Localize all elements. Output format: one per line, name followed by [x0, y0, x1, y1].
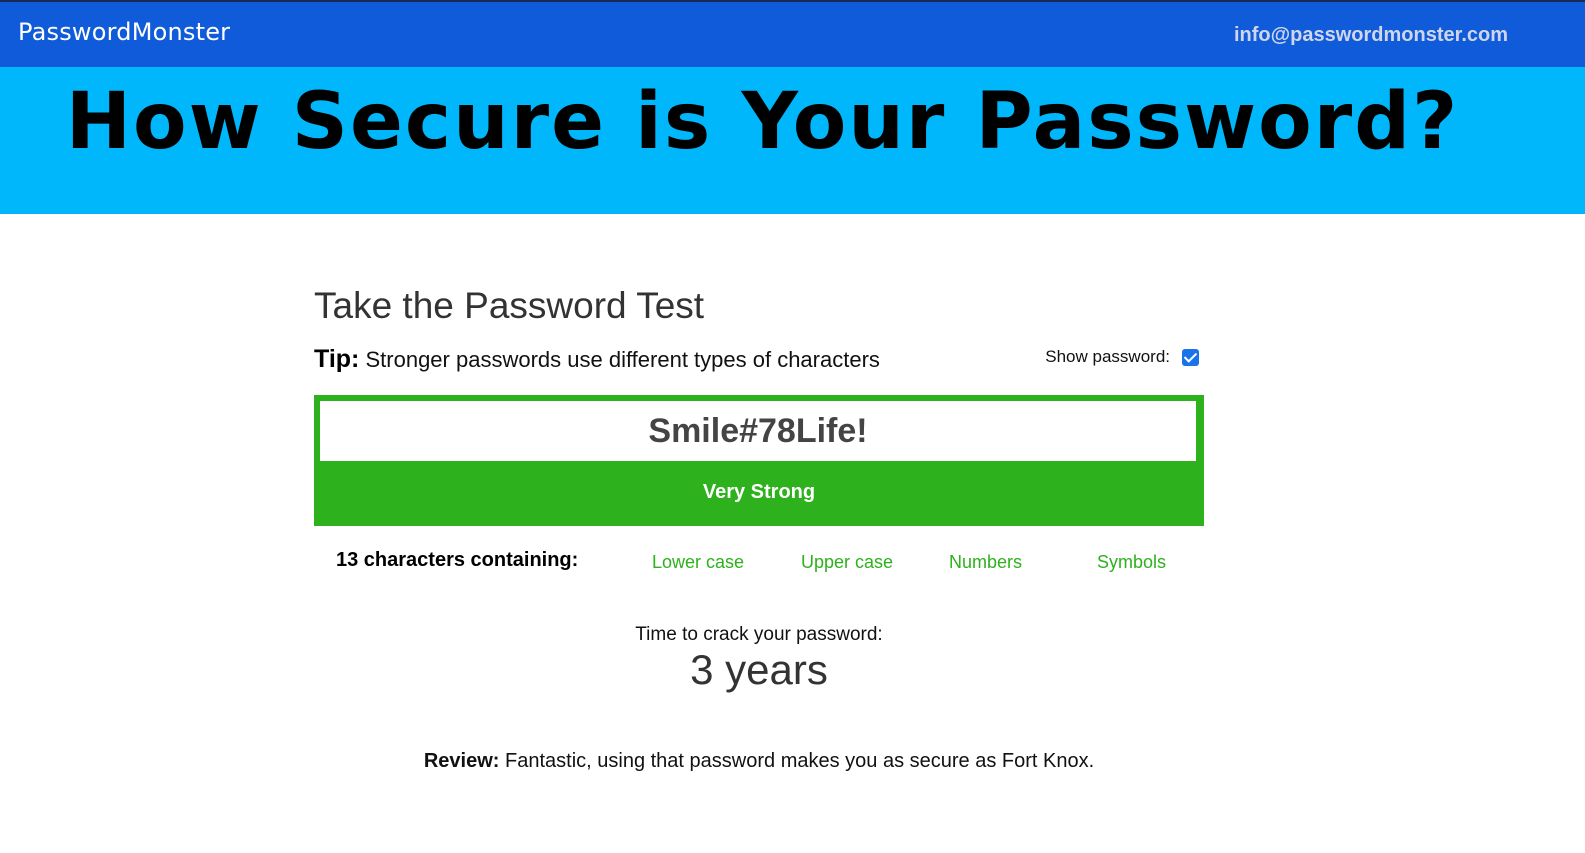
banner-title: How Secure is Your Password? [65, 77, 1460, 167]
show-password-label: Show password: [1045, 347, 1170, 366]
review-text: Review: Fantastic, using that password m… [314, 750, 1204, 773]
char-type-numbers: Numbers [949, 552, 1023, 572]
character-summary: 13 characters containing: Lower case Upp… [314, 547, 1204, 577]
char-type-upper-case: Upper case [801, 552, 894, 572]
page-title: Take the Password Test [314, 285, 705, 326]
review-label: Review: [423, 750, 500, 772]
contact-email-link[interactable]: info@passwordmonster.com [1234, 24, 1508, 47]
tip-row: Tip: Stronger passwords use different ty… [314, 345, 1204, 375]
show-password-toggle[interactable]: Show password: [1045, 347, 1199, 367]
character-count-label: 13 characters containing: [336, 549, 579, 571]
crack-time-value: 3 years [690, 646, 828, 693]
hero-banner: How Secure is Your Password? [0, 67, 1585, 214]
top-nav-bar: PasswordMonster info@passwordmonster.com [0, 0, 1585, 67]
brand-logo[interactable]: PasswordMonster [18, 18, 230, 46]
strength-label: Very Strong [702, 481, 816, 503]
char-type-symbols: Symbols [1097, 552, 1167, 572]
tip-label: Tip: [314, 345, 360, 373]
tip-text: Stronger passwords use different types o… [359, 347, 880, 372]
password-input[interactable] [320, 401, 1196, 461]
crack-time-label: Time to crack your password: [635, 624, 883, 645]
char-type-lower-case: Lower case [652, 552, 745, 572]
review-message: Fantastic, using that password makes you… [499, 750, 1095, 772]
show-password-checkbox[interactable] [1182, 348, 1199, 366]
password-strength-box: Very Strong [314, 395, 1204, 526]
